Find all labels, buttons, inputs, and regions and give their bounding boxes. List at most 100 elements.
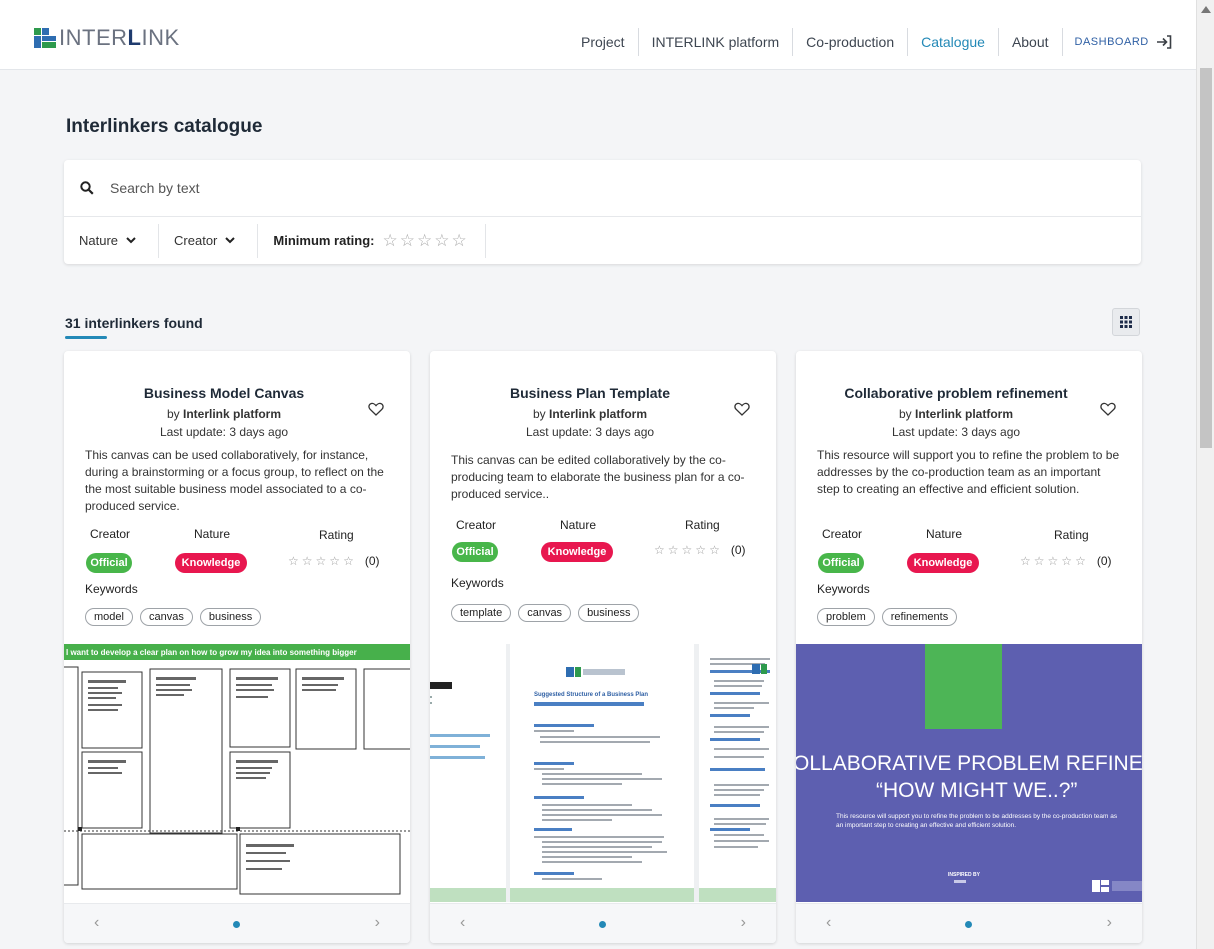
card-author: by Interlink platform <box>64 407 384 421</box>
problem-refinement-preview: OLLABORATIVE PROBLEM REFINEME “HOW MIGHT… <box>796 644 1142 902</box>
rating-count: (0) <box>1096 554 1112 568</box>
keyword-chip[interactable]: problem <box>817 608 875 626</box>
rating-count: (0) <box>364 554 380 568</box>
card-last-update: Last update: 3 days ago <box>891 425 1021 439</box>
interlink-logo[interactable]: INTERLINK <box>34 25 180 51</box>
card-author: by Interlink platform <box>796 407 1116 421</box>
star-icon: ☆ <box>288 554 299 568</box>
search-icon <box>80 181 94 195</box>
keywords-heading: Keywords <box>85 582 138 596</box>
official-badge: Official <box>818 553 864 573</box>
card-title: Business Plan Template <box>509 385 670 401</box>
carousel-dot[interactable] <box>599 921 606 928</box>
preview-title: OLLABORATIVE PROBLEM REFINEME <box>796 752 1142 775</box>
interlinker-card[interactable]: Collaborative problem refinement by Inte… <box>796 351 1142 943</box>
nav-interlink-platform[interactable]: INTERLINK platform <box>639 28 794 56</box>
rating-heading: Rating <box>685 518 720 532</box>
star-icon: ☆ <box>709 543 720 557</box>
card-preview-image: OLLABORATIVE PROBLEM REFINEME “HOW MIGHT… <box>796 644 1142 902</box>
nature-filter-label: Nature <box>79 233 119 248</box>
logo-wordmark: INTERLINK <box>59 25 180 51</box>
chevron-down-icon <box>225 237 236 244</box>
preview-banner-text: I want to develop a clear plan on how to… <box>66 648 357 657</box>
nature-heading: Nature <box>926 527 963 541</box>
business-model-canvas-preview: I want to develop a clear plan on how to… <box>64 644 410 902</box>
chevron-right-icon[interactable]: › <box>1107 914 1112 932</box>
scroll-up-arrow-icon[interactable] <box>1201 6 1211 13</box>
keyword-list: problem refinements <box>817 608 958 626</box>
logo-text-tail: INK <box>141 25 180 50</box>
keyword-list: template canvas business <box>451 604 640 622</box>
card-author: by Interlink platform <box>430 407 750 421</box>
knowledge-badge: Knowledge <box>907 553 979 573</box>
chevron-right-icon[interactable]: › <box>375 914 380 932</box>
chevron-right-icon[interactable]: › <box>741 914 746 932</box>
keyword-chip[interactable]: business <box>199 608 262 626</box>
keyword-chip[interactable]: template <box>451 604 512 622</box>
login-arrow-icon <box>1156 35 1172 49</box>
grid-view-button[interactable] <box>1112 308 1140 336</box>
minimum-rating-filter: Minimum rating: ☆ ☆ ☆ ☆ ☆ <box>258 223 486 258</box>
carousel-dot[interactable] <box>965 921 972 928</box>
scrollbar-thumb[interactable] <box>1200 68 1212 448</box>
grid-icon <box>1120 316 1132 328</box>
star-icon[interactable]: ☆ <box>434 231 449 251</box>
interlinker-card[interactable]: Business Plan Template by Interlink plat… <box>430 351 776 943</box>
star-icon: ☆ <box>654 543 665 557</box>
chevron-left-icon[interactable]: ‹ <box>460 914 465 932</box>
vertical-scrollbar[interactable] <box>1196 0 1214 949</box>
logo-text-bold: L <box>127 25 142 50</box>
card-author-name[interactable]: Interlink platform <box>915 407 1013 421</box>
heart-icon[interactable] <box>368 402 384 416</box>
star-icon: ☆ <box>1075 554 1086 568</box>
page-title: Interlinkers catalogue <box>66 116 263 137</box>
star-icon[interactable]: ☆ <box>383 231 398 251</box>
search-row <box>64 160 1141 217</box>
minimum-rating-stars: ☆ ☆ ☆ ☆ ☆ <box>383 231 467 251</box>
creator-heading: Creator <box>90 527 131 541</box>
preview-body-text: This resource will support you to refine… <box>836 813 1118 829</box>
star-icon: ☆ <box>315 554 327 568</box>
filter-row: Nature Creator Minimum rating: ☆ ☆ ☆ ☆ ☆ <box>64 217 1141 264</box>
keyword-chip[interactable]: canvas <box>518 604 572 622</box>
creator-filter-dropdown[interactable]: Creator <box>159 223 259 258</box>
preview-heading: Suggested Structure of a Business Plan <box>534 692 648 698</box>
star-icon: ☆ <box>301 554 313 568</box>
star-icon[interactable]: ☆ <box>452 231 467 251</box>
interlinker-card[interactable]: Business Model Canvas by Interlink platf… <box>64 351 410 943</box>
dashboard-button[interactable]: DASHBOARD <box>1063 28 1173 56</box>
rating-count: (0) <box>730 543 746 557</box>
keyword-chip[interactable]: canvas <box>139 608 193 626</box>
star-icon[interactable]: ☆ <box>400 231 415 251</box>
nature-filter-dropdown[interactable]: Nature <box>64 223 160 258</box>
main-nav: Project INTERLINK platform Co-production… <box>568 28 1173 56</box>
search-input[interactable] <box>110 180 610 196</box>
keyword-chip[interactable]: business <box>578 604 640 622</box>
heart-icon[interactable] <box>734 402 750 416</box>
nav-project[interactable]: Project <box>568 28 639 56</box>
keyword-chip[interactable]: model <box>85 608 133 626</box>
star-icon: ☆ <box>1061 554 1073 568</box>
creator-filter-label: Creator <box>174 233 218 248</box>
creator-heading: Creator <box>456 518 497 532</box>
star-icon: ☆ <box>695 543 707 557</box>
card-author-name[interactable]: Interlink platform <box>183 407 281 421</box>
chevron-left-icon[interactable]: ‹ <box>826 914 831 932</box>
keywords-heading: Keywords <box>451 576 504 590</box>
card-author-name[interactable]: Interlink platform <box>549 407 647 421</box>
star-icon: ☆ <box>1047 554 1059 568</box>
nav-about[interactable]: About <box>999 28 1063 56</box>
logo-text-plain: INTER <box>59 25 128 50</box>
preview-credit: INSPIRED BY <box>948 872 981 878</box>
nav-co-production[interactable]: Co-production <box>793 28 909 56</box>
card-rating: ☆ ☆ ☆ ☆ ☆ (0) <box>654 543 746 557</box>
card-description: This resource will support you to refine… <box>817 448 1120 496</box>
heart-icon[interactable] <box>1100 402 1116 416</box>
carousel-dot[interactable] <box>233 921 240 928</box>
nav-catalogue[interactable]: Catalogue <box>908 28 999 56</box>
star-icon[interactable]: ☆ <box>417 231 432 251</box>
chevron-left-icon[interactable]: ‹ <box>94 914 99 932</box>
image-carousel-controls: ‹ › <box>430 903 776 943</box>
keyword-chip[interactable]: refinements <box>881 608 958 626</box>
official-badge: Official <box>452 542 498 562</box>
